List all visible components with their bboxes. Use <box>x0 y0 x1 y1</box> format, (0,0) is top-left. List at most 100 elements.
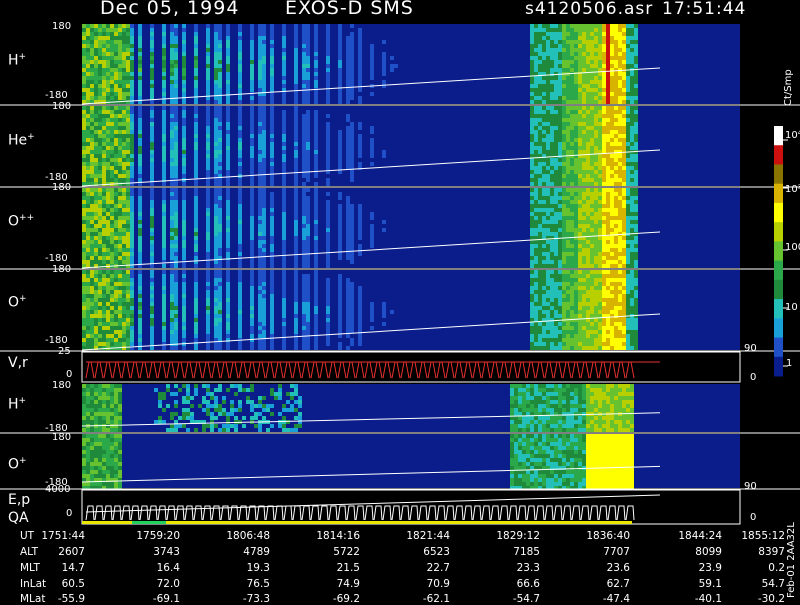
heatmap-cell <box>98 212 102 216</box>
heatmap-cell <box>314 40 318 44</box>
heatmap-cell <box>590 118 594 122</box>
heatmap-cell <box>542 188 546 192</box>
heatmap-cell <box>226 44 230 48</box>
heatmap-cell <box>218 40 222 44</box>
heatmap-cell <box>570 314 574 318</box>
heatmap-cell <box>534 170 538 174</box>
heatmap-cell <box>150 60 154 64</box>
heatmap-cell <box>206 330 210 334</box>
heatmap-cell <box>570 40 574 44</box>
heatmap-cell <box>138 146 142 150</box>
heatmap-cell <box>558 182 562 186</box>
heatmap-cell <box>570 170 574 174</box>
heatmap-cell <box>586 32 590 36</box>
heatmap-cell <box>542 68 546 72</box>
heatmap-cell <box>574 138 578 142</box>
heatmap-cell <box>302 72 306 76</box>
heatmap-cell <box>546 166 550 170</box>
heatmap-cell <box>126 24 130 28</box>
heatmap-cell <box>326 208 330 212</box>
heatmap-cell <box>270 248 274 252</box>
heatmap-cell <box>566 306 570 310</box>
heatmap-cell <box>98 48 102 52</box>
heatmap-cell <box>82 318 86 322</box>
heatmap-cell <box>150 110 154 114</box>
heatmap-cell <box>98 118 102 122</box>
heatmap-cell <box>314 338 318 342</box>
heatmap-cell <box>598 80 602 84</box>
heatmap-cell <box>138 252 142 256</box>
heatmap-cell <box>98 224 102 228</box>
heatmap-cell <box>206 142 210 146</box>
heatmap-cell <box>598 56 602 60</box>
heatmap-cell <box>238 80 242 84</box>
heatmap-cell <box>558 178 562 182</box>
heatmap-cell <box>338 314 342 318</box>
heatmap-cell <box>346 286 350 290</box>
heatmap-cell <box>618 212 622 216</box>
heatmap-cell <box>262 342 266 346</box>
heatmap-cell <box>618 200 622 204</box>
heatmap-cell <box>150 212 154 216</box>
heatmap-cell <box>194 264 198 268</box>
heatmap-cell <box>174 338 178 342</box>
heatmap-cell <box>550 110 554 114</box>
heatmap-cell <box>606 154 610 158</box>
heatmap-cell <box>306 306 310 310</box>
heatmap-cell <box>102 270 106 274</box>
heatmap-cell <box>114 282 118 286</box>
heatmap-cell <box>182 76 186 80</box>
heatmap-cell <box>206 314 210 318</box>
heatmap-cell <box>574 346 578 350</box>
heatmap-cell <box>102 290 106 294</box>
heatmap-cell <box>218 270 222 274</box>
heatmap-cell <box>262 166 266 170</box>
heatmap-cell <box>174 224 178 228</box>
heatmap-cell <box>90 306 94 310</box>
heatmap-cell <box>114 154 118 158</box>
heatmap-cell <box>550 294 554 298</box>
heatmap-cell <box>594 118 598 122</box>
heatmap-cell <box>114 212 118 216</box>
heatmap-cell <box>206 110 210 114</box>
heatmap-cell <box>110 232 114 236</box>
heatmap-cell <box>558 294 562 298</box>
heatmap-cell <box>86 270 90 274</box>
heatmap-cell <box>114 310 118 314</box>
heatmap-cell <box>174 330 178 334</box>
heatmap-cell <box>94 236 98 240</box>
heatmap-cell <box>554 110 558 114</box>
heatmap-cell <box>542 306 546 310</box>
heatmap-cell <box>122 52 126 56</box>
heatmap-cell <box>82 228 86 232</box>
heatmap-cell <box>106 220 110 224</box>
heatmap-cell <box>582 232 586 236</box>
heatmap-cell <box>162 134 166 138</box>
heatmap-cell <box>590 150 594 154</box>
heatmap-cell <box>358 68 362 72</box>
heatmap-cell <box>138 84 142 88</box>
heatmap-cell <box>138 208 142 212</box>
heatmap-cell <box>594 196 598 200</box>
heatmap-cell <box>174 240 178 244</box>
heatmap-cell <box>306 92 310 96</box>
heatmap-cell <box>90 88 94 92</box>
heatmap-cell <box>626 56 630 60</box>
heatmap-cell <box>602 260 606 264</box>
heatmap-cell <box>106 278 110 282</box>
heatmap-cell <box>182 204 186 208</box>
heatmap-cell <box>262 150 266 154</box>
heatmap-cell <box>350 318 354 322</box>
heatmap-cell <box>538 114 542 118</box>
heatmap-cell <box>130 282 134 286</box>
heatmap-cell <box>98 150 102 154</box>
heatmap-cell <box>594 36 598 40</box>
heatmap-cell <box>550 60 554 64</box>
heatmap-cell <box>86 290 90 294</box>
heatmap-cell <box>610 118 614 122</box>
heatmap-cell <box>590 96 594 100</box>
heatmap-cell <box>314 122 318 126</box>
heatmap-cell <box>566 248 570 252</box>
heatmap-cell <box>98 130 102 134</box>
heatmap-cell <box>214 126 218 130</box>
